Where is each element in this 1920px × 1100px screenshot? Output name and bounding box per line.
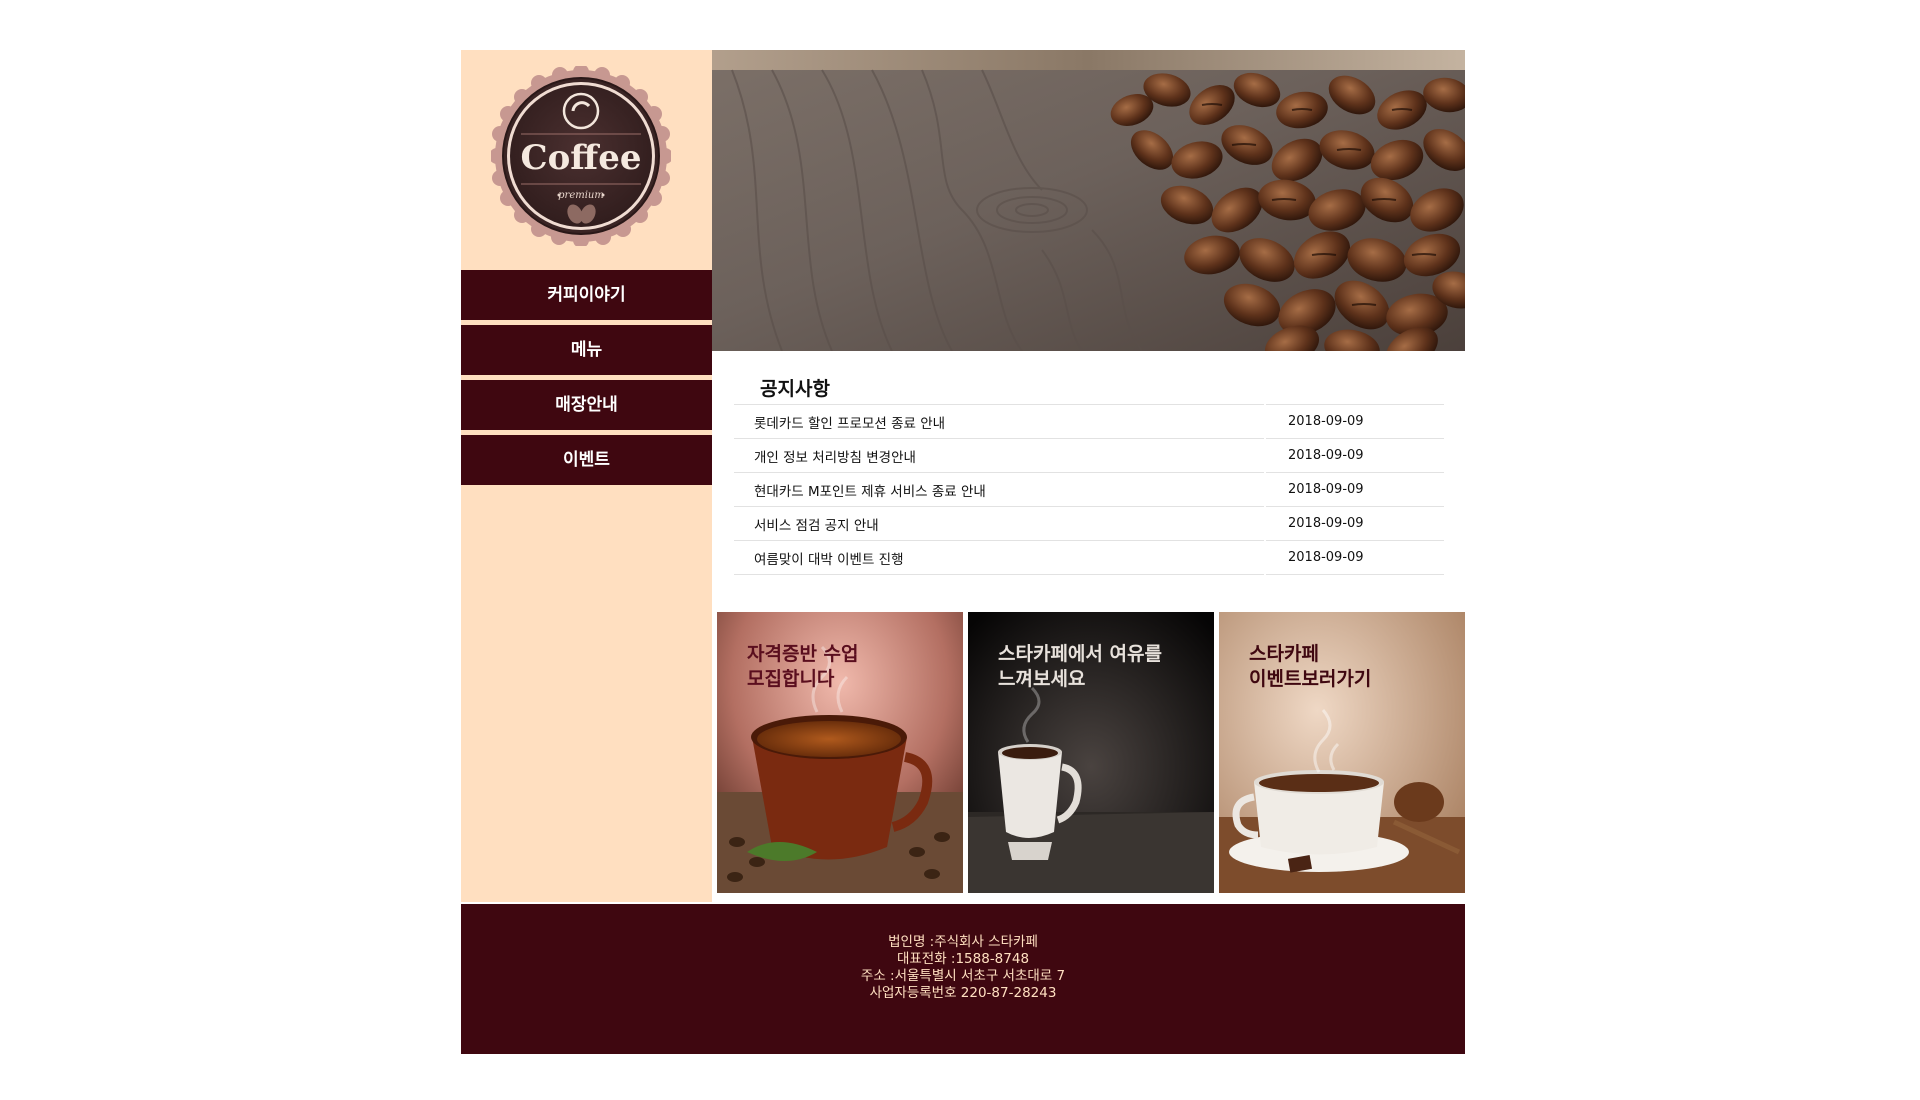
coffee-logo-emblem-icon: Coffee premium bbox=[489, 64, 673, 248]
sidebar: Coffee premium 커피이야기 메뉴 매장안내 이벤트 bbox=[461, 50, 712, 902]
notice-row-title[interactable]: 롯데카드 할인 프로모션 종료 안내 bbox=[734, 404, 1266, 439]
banner-relax[interactable]: 스타카페에서 여유를 느껴보세요 bbox=[968, 612, 1214, 893]
notice-row-title[interactable]: 서비스 점검 공지 안내 bbox=[734, 506, 1266, 541]
notice-title: 공지사항 bbox=[760, 378, 830, 400]
banner-caption: 스타카페에서 여유를 느껴보세요 bbox=[998, 643, 1162, 690]
footer-registration: 사업자등록번호 220-87-28243 bbox=[869, 985, 1057, 1001]
main-nav: 커피이야기 메뉴 매장안내 이벤트 bbox=[461, 270, 712, 490]
notice-row[interactable]: 롯데카드 할인 프로모션 종료 안내 2018-09-09 bbox=[734, 404, 1444, 439]
notice-row[interactable]: 여름맞이 대박 이벤트 진행 2018-09-09 bbox=[734, 540, 1444, 575]
footer: 법인명 :주식회사 스타카페 대표전화 :1588-8748 주소 :서울특별시… bbox=[461, 904, 1465, 1054]
nav-item-store-info[interactable]: 매장안내 bbox=[461, 380, 712, 430]
notice-row-date: 2018-09-09 bbox=[1265, 404, 1444, 439]
page: Coffee premium 커피이야기 메뉴 매장안내 이벤트 공지사항 롯데… bbox=[461, 50, 1465, 1054]
notice-row-date: 2018-09-09 bbox=[1265, 506, 1444, 541]
notice-row[interactable]: 서비스 점검 공지 안내 2018-09-09 bbox=[734, 506, 1444, 541]
banner-event[interactable]: 스타카페 이벤트보러가기 bbox=[1219, 612, 1465, 893]
notice-row-title[interactable]: 현대카드 M포인트 제휴 서비스 종료 안내 bbox=[734, 472, 1266, 507]
nav-item-menu[interactable]: 메뉴 bbox=[461, 325, 712, 375]
notice-row-date: 2018-09-09 bbox=[1265, 540, 1444, 575]
coffee-beans-wood-image bbox=[712, 50, 1465, 351]
hero-image bbox=[712, 50, 1465, 351]
logo-text: Coffee bbox=[521, 138, 642, 178]
banner-caption: 자격증반 수업 모집합니다 bbox=[747, 643, 859, 690]
footer-company: 법인명 :주식회사 스타카페 bbox=[888, 934, 1038, 950]
logo-subtext: premium bbox=[558, 190, 604, 201]
notice-row-title[interactable]: 개인 정보 처리방침 변경안내 bbox=[734, 438, 1266, 473]
coffee-logo[interactable]: Coffee premium bbox=[489, 64, 673, 248]
notice-row-date: 2018-09-09 bbox=[1265, 438, 1444, 473]
banner-class-recruit[interactable]: 자격증반 수업 모집합니다 bbox=[717, 612, 963, 893]
banner-caption: 스타카페 이벤트보러가기 bbox=[1249, 643, 1372, 690]
footer-phone: 대표전화 :1588-8748 bbox=[896, 951, 1030, 967]
notice-table: 롯데카드 할인 프로모션 종료 안내 2018-09-09 개인 정보 처리방침… bbox=[734, 404, 1444, 575]
nav-item-event[interactable]: 이벤트 bbox=[461, 435, 712, 485]
notice-row[interactable]: 개인 정보 처리방침 변경안내 2018-09-09 bbox=[734, 438, 1444, 473]
notice-row-title[interactable]: 여름맞이 대박 이벤트 진행 bbox=[734, 540, 1266, 575]
footer-address: 주소 :서울특별시 서초구 서초대로 7 bbox=[860, 968, 1066, 984]
notice-row[interactable]: 현대카드 M포인트 제휴 서비스 종료 안내 2018-09-09 bbox=[734, 472, 1444, 507]
nav-item-coffee-story[interactable]: 커피이야기 bbox=[461, 270, 712, 320]
notice-row-date: 2018-09-09 bbox=[1265, 472, 1444, 507]
notice-board: 공지사항 롯데카드 할인 프로모션 종료 안내 2018-09-09 개인 정보… bbox=[734, 374, 1444, 575]
